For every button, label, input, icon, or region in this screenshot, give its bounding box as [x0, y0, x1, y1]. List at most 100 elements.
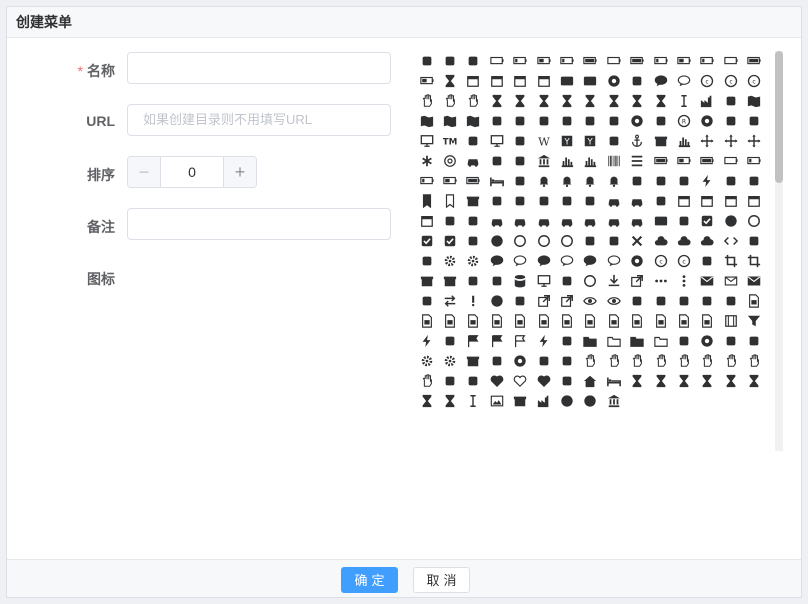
heartbeat-icon[interactable]: [532, 371, 555, 391]
bell-slash-icon[interactable]: [579, 171, 602, 191]
commenting-icon[interactable]: [649, 71, 672, 91]
envelope-icon[interactable]: [696, 271, 719, 291]
eraser-icon[interactable]: [415, 291, 438, 311]
hand-peace-o-icon[interactable]: [649, 351, 672, 371]
object-ungroup-icon[interactable]: [532, 111, 555, 131]
hourglass-end-icon[interactable]: [719, 371, 742, 391]
hand-pointer-icon[interactable]: [415, 91, 438, 111]
arrows-icon[interactable]: [696, 131, 719, 151]
ellipsis-h-icon[interactable]: [649, 271, 672, 291]
map-signs-icon[interactable]: [462, 111, 485, 131]
map-icon[interactable]: [742, 91, 765, 111]
camera-retro-icon[interactable]: [462, 211, 485, 231]
flash-icon[interactable]: [532, 331, 555, 351]
close-icon[interactable]: [626, 231, 649, 251]
hourglass-o-icon[interactable]: [415, 391, 438, 411]
coffee-icon[interactable]: [415, 251, 438, 271]
chrome-icon[interactable]: [602, 71, 625, 91]
history-icon[interactable]: [555, 371, 578, 391]
beer-icon[interactable]: [509, 171, 532, 191]
file-archive-o-icon[interactable]: [742, 291, 765, 311]
file-powerpoint-o-icon[interactable]: [602, 311, 625, 331]
file-video-o-icon[interactable]: [649, 311, 672, 331]
battery-full-icon[interactable]: [462, 171, 485, 191]
hourglass-icon[interactable]: [626, 371, 649, 391]
database-icon[interactable]: [509, 271, 532, 291]
bell-slash-o-icon[interactable]: [602, 171, 625, 191]
bicycle-icon[interactable]: [626, 171, 649, 191]
hourglass-icon[interactable]: [602, 91, 625, 111]
balance-scale-icon[interactable]: [462, 51, 485, 71]
bomb-icon[interactable]: [719, 171, 742, 191]
check-square-icon[interactable]: [415, 231, 438, 251]
file-photo-o-icon[interactable]: [555, 311, 578, 331]
check-circle-o-icon[interactable]: [742, 211, 765, 231]
yc-icon[interactable]: Y: [579, 131, 602, 151]
download-icon[interactable]: [602, 271, 625, 291]
cart-plus-icon[interactable]: [626, 211, 649, 231]
caret-square-up-icon[interactable]: [579, 211, 602, 231]
commenting-o-icon[interactable]: [672, 71, 695, 91]
comments-o-icon[interactable]: [602, 251, 625, 271]
eye-slash-icon[interactable]: [602, 291, 625, 311]
folder-open-o-icon[interactable]: [649, 331, 672, 351]
safari-icon[interactable]: [696, 111, 719, 131]
battery-full-icon[interactable]: [742, 51, 765, 71]
fire-extinguisher-icon[interactable]: [438, 331, 461, 351]
copyright-icon[interactable]: c: [649, 251, 672, 271]
check-square-o-icon[interactable]: [438, 231, 461, 251]
cloud-download-icon[interactable]: [672, 231, 695, 251]
clone-icon[interactable]: [602, 231, 625, 251]
diamond-icon[interactable]: [555, 271, 578, 291]
circle-o-notch-icon[interactable]: [532, 231, 555, 251]
caret-square-down-icon[interactable]: [509, 211, 532, 231]
y-combinator-icon[interactable]: Y: [555, 131, 578, 151]
bed-icon[interactable]: [485, 171, 508, 191]
check-circle-icon[interactable]: [719, 211, 742, 231]
image-icon[interactable]: [485, 391, 508, 411]
battery-full-icon[interactable]: [626, 51, 649, 71]
comments-icon[interactable]: [579, 251, 602, 271]
cart-arrow-down-icon[interactable]: [602, 211, 625, 231]
calendar-minus-icon[interactable]: [719, 191, 742, 211]
exclamation-icon[interactable]: [462, 291, 485, 311]
bell-icon[interactable]: [532, 171, 555, 191]
comment-icon[interactable]: [485, 251, 508, 271]
hand-stop-o-icon[interactable]: [415, 371, 438, 391]
calendar-check-icon[interactable]: [462, 71, 485, 91]
cutlery-icon[interactable]: [462, 271, 485, 291]
hand-paper-o-icon[interactable]: [626, 351, 649, 371]
info-circle-icon[interactable]: [579, 391, 602, 411]
ban-icon[interactable]: [509, 151, 532, 171]
car-icon[interactable]: [485, 211, 508, 231]
hourglass-2-icon[interactable]: [672, 371, 695, 391]
desktop-icon[interactable]: [532, 271, 555, 291]
heart-icon[interactable]: [485, 371, 508, 391]
confirm-button[interactable]: 确定: [341, 567, 398, 593]
fire-icon[interactable]: [415, 331, 438, 351]
gamepad-icon[interactable]: [719, 331, 742, 351]
flask-icon[interactable]: [555, 331, 578, 351]
odnoklassniki-icon[interactable]: [555, 111, 578, 131]
arrows-v-icon[interactable]: [742, 131, 765, 151]
clone-icon[interactable]: [626, 71, 649, 91]
bell-o-icon[interactable]: [555, 171, 578, 191]
url-input[interactable]: 如果创建目录则不用填写URL: [127, 104, 391, 136]
heart-o-icon[interactable]: [509, 371, 532, 391]
feed-icon[interactable]: [672, 291, 695, 311]
creative-commons-icon[interactable]: c: [719, 71, 742, 91]
tripadvisor-icon[interactable]: [462, 131, 485, 151]
bus-icon[interactable]: [602, 191, 625, 211]
book-icon[interactable]: [742, 171, 765, 191]
hand-spock-o-icon[interactable]: [742, 351, 765, 371]
external-link-square-icon[interactable]: [555, 291, 578, 311]
external-link-icon[interactable]: [532, 291, 555, 311]
hourglass-end-icon[interactable]: [509, 91, 532, 111]
mouse-pointer-icon[interactable]: [485, 111, 508, 131]
certificate-icon[interactable]: [672, 211, 695, 231]
i-cursor-icon[interactable]: [672, 91, 695, 111]
folder-icon[interactable]: [579, 331, 602, 351]
envelope-o-icon[interactable]: [719, 271, 742, 291]
hand-pointer-o-icon[interactable]: [672, 351, 695, 371]
remark-input[interactable]: [127, 208, 391, 240]
